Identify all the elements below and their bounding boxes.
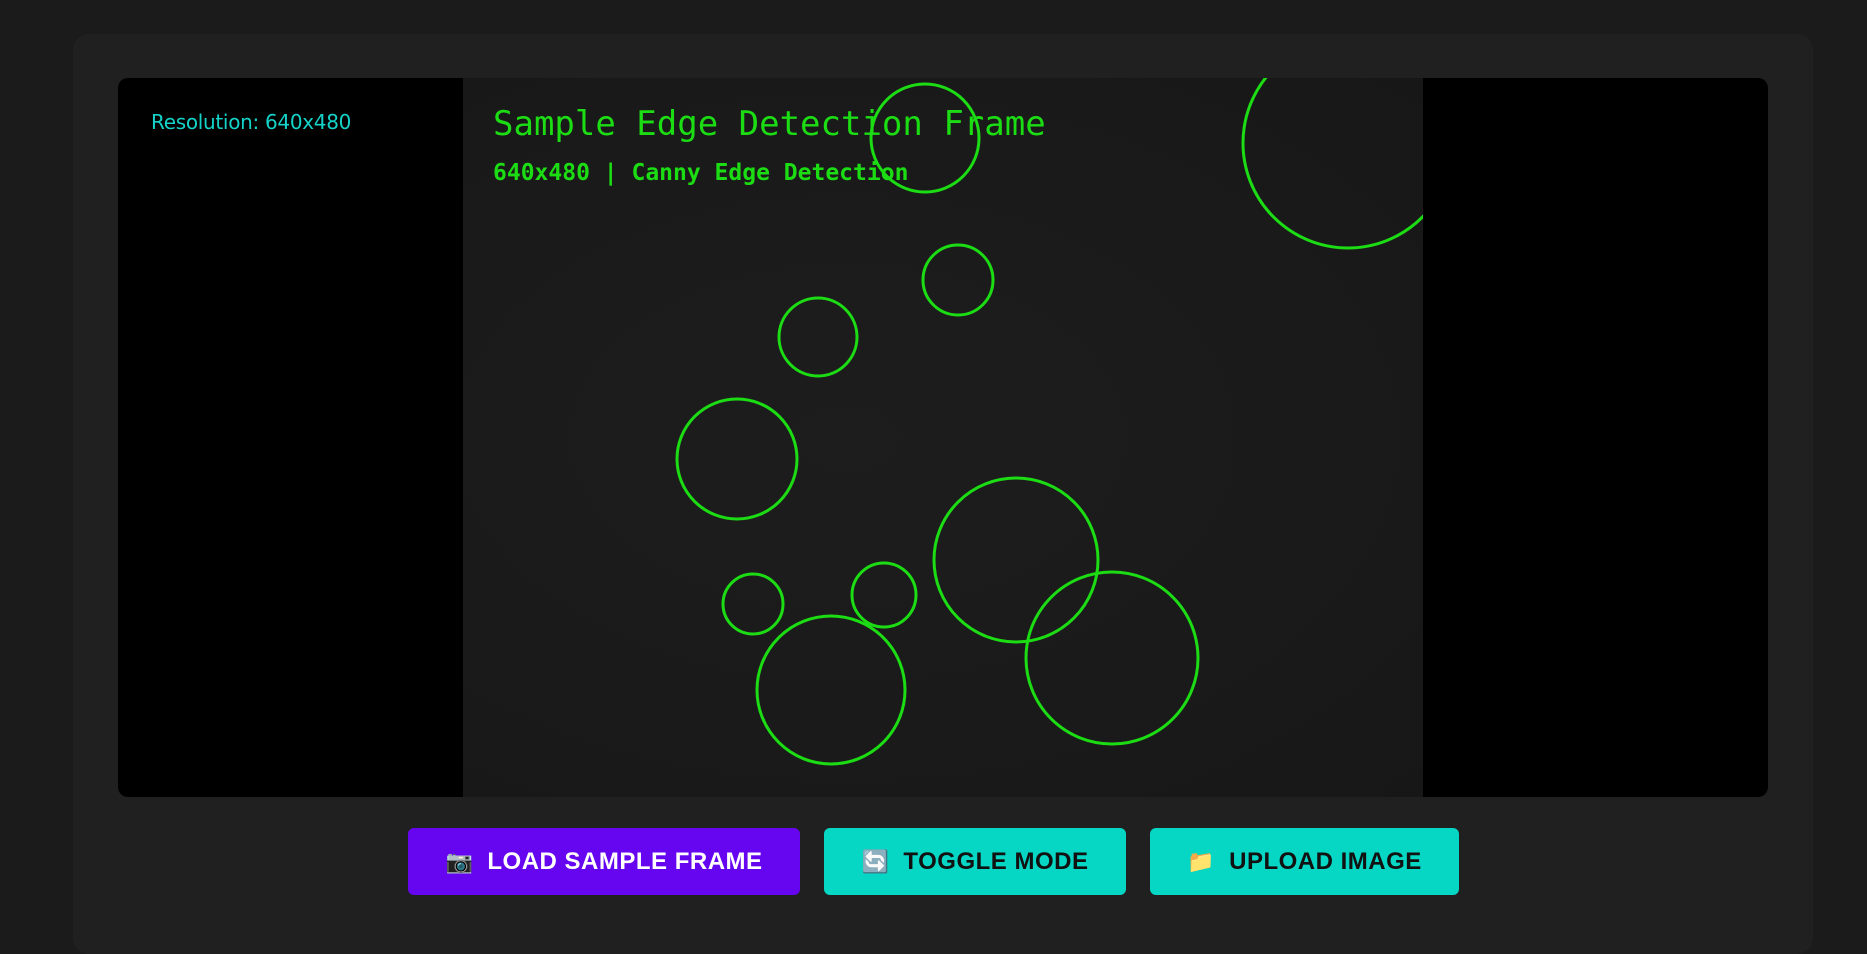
resolution-label: Resolution: 640x480 bbox=[151, 110, 352, 134]
edge-circle bbox=[1024, 570, 1200, 746]
upload-image-button[interactable]: 📁 UPLOAD IMAGE bbox=[1150, 828, 1459, 895]
edge-circle bbox=[755, 614, 907, 766]
toggle-mode-label: TOGGLE MODE bbox=[903, 847, 1089, 875]
control-bar: 📷 LOAD SAMPLE FRAME 🔄 TOGGLE MODE 📁 UPLO… bbox=[0, 828, 1867, 895]
load-sample-frame-label: LOAD SAMPLE FRAME bbox=[487, 847, 763, 875]
load-sample-frame-button[interactable]: 📷 LOAD SAMPLE FRAME bbox=[408, 828, 800, 895]
edge-circle bbox=[932, 476, 1100, 644]
refresh-icon: 🔄 bbox=[861, 848, 890, 874]
frame-subtitle: 640x480 | Canny Edge Detection bbox=[493, 160, 909, 186]
edge-circle bbox=[777, 296, 859, 378]
folder-icon: 📁 bbox=[1187, 848, 1216, 874]
frame-viewer: Resolution: 640x480 Sample Edge Detectio… bbox=[118, 78, 1768, 797]
edge-circle bbox=[850, 561, 918, 629]
upload-image-label: UPLOAD IMAGE bbox=[1229, 847, 1422, 875]
edge-circle bbox=[921, 243, 995, 317]
edge-circle bbox=[1241, 78, 1423, 250]
camera-icon: 📷 bbox=[445, 848, 474, 874]
edge-detection-frame: Sample Edge Detection Frame 640x480 | Ca… bbox=[463, 78, 1423, 797]
frame-title: Sample Edge Detection Frame bbox=[493, 104, 1046, 144]
edge-circle bbox=[721, 572, 785, 636]
toggle-mode-button[interactable]: 🔄 TOGGLE MODE bbox=[824, 828, 1126, 895]
edge-circle bbox=[675, 397, 799, 521]
